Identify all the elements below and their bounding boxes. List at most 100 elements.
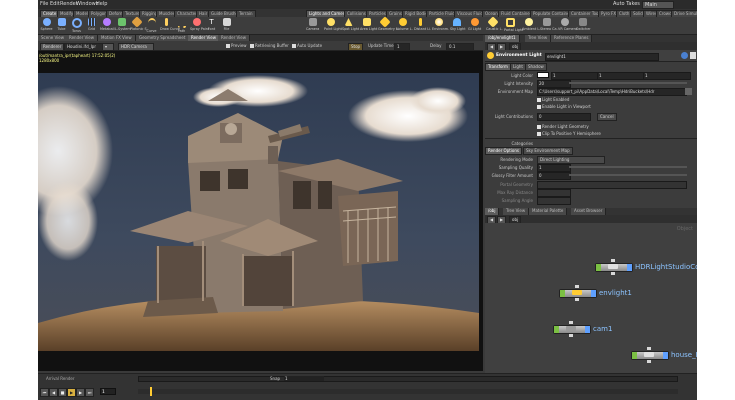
node-name-field[interactable]: envlight1	[545, 53, 659, 61]
subtab-sky-environment-map[interactable]: Sky Environment Map	[523, 147, 573, 155]
go-to-start-button[interactable]: ⏮	[40, 388, 49, 397]
file-browse-icon[interactable]	[685, 88, 692, 95]
clip-hemisphere-toggle[interactable]: Clip To Positive Y Hemisphere	[537, 131, 601, 136]
help-icon[interactable]	[681, 52, 688, 59]
tool-torus[interactable]: Torus	[70, 18, 83, 34]
tool-sphere[interactable]: Sphere	[40, 18, 53, 34]
sampling-quality-field[interactable]: 1	[537, 164, 571, 172]
node-output[interactable]	[647, 360, 651, 363]
play-button[interactable]: ▶	[67, 388, 76, 397]
render-buffer-toggle[interactable]: Retrieving Buffer	[250, 43, 289, 48]
sampling-angle-field[interactable]	[537, 197, 571, 205]
param-tab-transform[interactable]: Transform	[485, 63, 511, 71]
auto-takes-label[interactable]: Auto Takes	[613, 1, 640, 7]
menu-edit[interactable]: Edit	[50, 1, 60, 7]
light-color-g[interactable]: 1	[597, 72, 645, 80]
portal-geometry-field[interactable]	[537, 181, 687, 189]
tool-vr-camera[interactable]: VR Camera	[558, 18, 577, 34]
glossy-filter-slider[interactable]	[569, 174, 687, 176]
update-time-field[interactable]: 1	[394, 43, 410, 51]
menu-file[interactable]: File	[40, 1, 48, 7]
rendering-mode-select[interactable]: Direct Lighting	[537, 156, 605, 164]
current-frame-field[interactable]: 1	[100, 388, 116, 395]
tool-metaball[interactable]: Metaball	[100, 18, 115, 34]
light-intensity-slider[interactable]	[569, 82, 687, 84]
gear-icon[interactable]	[690, 52, 696, 59]
env-map-field[interactable]: C:\Users\support_pi\AppData\Local\Temp\H…	[537, 88, 687, 96]
snap-field[interactable]: 1	[284, 376, 324, 381]
tool-path[interactable]: Path	[175, 18, 188, 34]
light-enabled-toggle[interactable]: Light Enabled	[537, 97, 569, 102]
tool-lsystem[interactable]: L-System	[115, 18, 131, 34]
enable-in-viewport-toggle[interactable]: Enable Light in Viewport	[537, 104, 591, 109]
tab-asset-browser[interactable]: Asset Browser	[571, 208, 607, 215]
tool-camera[interactable]: Camera	[306, 18, 319, 34]
node-output[interactable]	[611, 272, 615, 275]
glossy-filter-field[interactable]: 0	[537, 172, 571, 180]
network-editor[interactable]: Object HDRLightStudioController1 envligh…	[485, 223, 697, 373]
node-input[interactable]	[647, 347, 651, 350]
tool-font[interactable]: T Font	[205, 18, 218, 34]
tool-caustic-light[interactable]: Caustic L.	[486, 16, 503, 34]
tab-reference-planes[interactable]: Reference Planes	[551, 35, 593, 42]
tool-file[interactable]: File	[220, 18, 233, 34]
node-input[interactable]	[569, 321, 573, 324]
tool-stereo-camera[interactable]: Stereo Ca.	[540, 18, 558, 34]
step-forward-button[interactable]: ▶	[76, 388, 85, 397]
tool-spray-paint[interactable]: Spray Paint	[190, 18, 209, 34]
renderer-select[interactable]: Houdini.ifd_Ipr	[64, 43, 106, 51]
tool-switcher[interactable]: Switcher	[576, 18, 591, 34]
auto-update-toggle[interactable]: Auto Update	[292, 43, 322, 48]
sampling-quality-slider[interactable]	[569, 166, 687, 168]
tool-platonic[interactable]: Platonic S.	[130, 16, 148, 34]
go-to-end-button[interactable]: ⏭	[85, 388, 94, 397]
light-intensity-field[interactable]: 20	[537, 80, 571, 88]
tool-area-light[interactable]: Area Light	[360, 18, 377, 34]
node-output[interactable]	[569, 334, 573, 337]
stop-playback-button[interactable]: ■	[58, 388, 67, 397]
tab-obj-network[interactable]: /obj	[485, 208, 500, 215]
tool-point-light[interactable]: Point Light	[324, 18, 342, 34]
tool-portal-light[interactable]: Portal Light	[504, 18, 523, 34]
tool-gi-light[interactable]: GI Light	[468, 18, 481, 34]
light-color-b[interactable]: 1	[643, 72, 691, 80]
render-image[interactable]: /out/mantra_ipr(tapheart) 17:52:05(2) 12…	[38, 51, 483, 371]
menu-help[interactable]: Help	[96, 1, 107, 7]
tool-draw-curve[interactable]: Draw Curve	[160, 18, 180, 34]
tool-geometry-light[interactable]: Geometry L.	[378, 16, 399, 34]
renderer-menu-button[interactable]: ▾	[102, 43, 114, 51]
node-input[interactable]	[575, 285, 579, 288]
tool-ambient-light[interactable]: Ambient L.	[522, 18, 540, 34]
preview-toggle[interactable]: Preview	[226, 43, 247, 48]
light-color-swatch[interactable]	[537, 72, 549, 78]
tab-tree-view-net[interactable]: Tree View	[503, 208, 530, 215]
tool-curve[interactable]: Curve	[145, 18, 158, 34]
param-tab-light[interactable]: Light	[510, 63, 526, 71]
step-back-button[interactable]: ◀	[49, 388, 58, 397]
stop-button[interactable]: Stop	[348, 43, 364, 51]
tool-sky-light[interactable]: Sky Light	[450, 18, 466, 34]
param-tab-shadow[interactable]: Shadow	[525, 63, 547, 71]
tool-distant-light[interactable]: Distant Li.	[414, 18, 431, 34]
light-color-r[interactable]: 1	[551, 72, 599, 80]
tab-tree-view[interactable]: Tree View	[525, 35, 552, 42]
tab-envlight-params[interactable]: /obj/envlight1	[485, 35, 520, 42]
tool-volume-light[interactable]: Volume L.	[396, 18, 413, 34]
light-contributions-cancel[interactable]: Cancel	[597, 113, 617, 121]
subtab-render-options[interactable]: Render Options	[485, 147, 522, 155]
tool-environment-light[interactable]: Environm.	[432, 18, 449, 34]
max-ray-distance-field[interactable]	[537, 189, 571, 197]
tab-material-palette[interactable]: Material Palette	[529, 208, 568, 215]
tool-grid[interactable]: Grid	[85, 18, 98, 34]
delay-field[interactable]: 0.1	[446, 43, 474, 51]
tool-spot-light[interactable]: Spot Light	[342, 18, 359, 34]
playhead[interactable]	[150, 387, 152, 396]
light-contributions-field[interactable]: 0	[537, 113, 591, 121]
desktop-select[interactable]: Main	[642, 1, 674, 9]
node-output[interactable]	[575, 298, 579, 301]
tool-tube[interactable]: Tube	[55, 18, 68, 34]
frame-range-bar[interactable]	[138, 389, 678, 394]
timeline-scrubber[interactable]	[138, 376, 678, 382]
node-input[interactable]	[611, 259, 615, 262]
menu-windows[interactable]: Windows	[76, 1, 98, 7]
